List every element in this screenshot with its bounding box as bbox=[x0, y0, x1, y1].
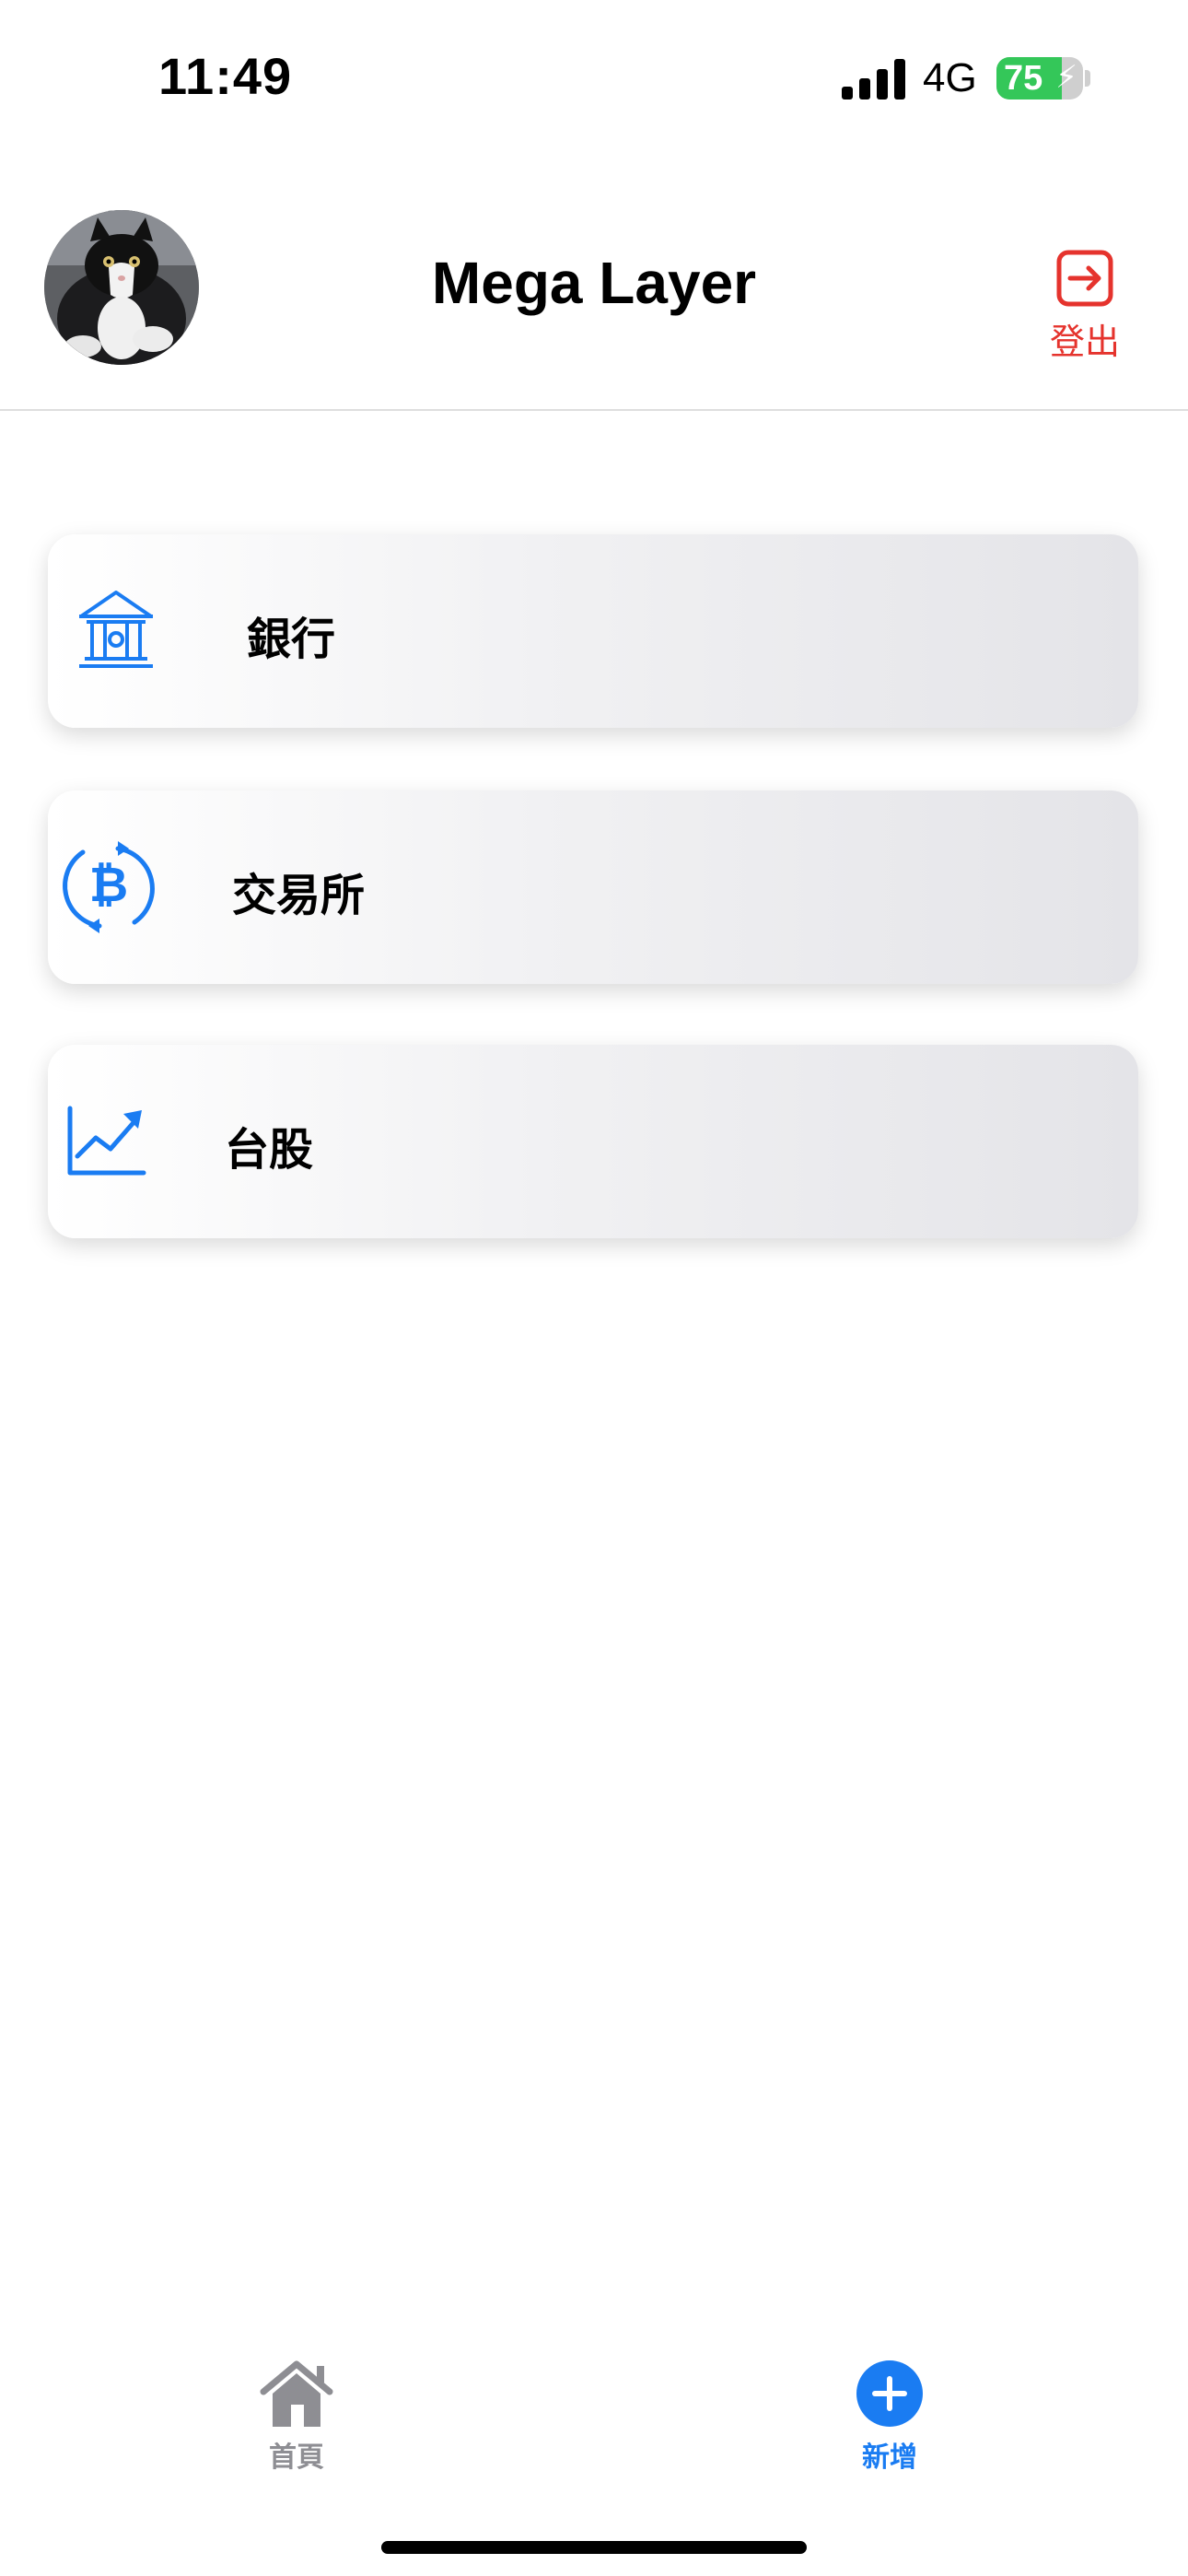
status-time: 11:49 bbox=[158, 47, 293, 105]
battery-charging-icon: 75 ⚡ bbox=[996, 57, 1083, 100]
tab-add[interactable]: 新增 bbox=[798, 2359, 982, 2475]
battery-percent: 75 bbox=[1004, 59, 1043, 98]
category-label-bank: 銀行 bbox=[247, 614, 336, 665]
cellular-signal-icon bbox=[842, 59, 905, 100]
app-screen: 11:49 4G 75 ⚡ Mega Layer 登出 銀行 ₿ 交易所 台股 … bbox=[0, 0, 1188, 2576]
charging-bolt-icon: ⚡ bbox=[1055, 59, 1077, 96]
tab-add-label: 新增 bbox=[862, 2441, 917, 2474]
tab-home[interactable]: 首頁 bbox=[204, 2359, 389, 2475]
plus-circle-icon bbox=[856, 2360, 923, 2427]
bitcoin-exchange-icon: ₿ bbox=[63, 841, 155, 933]
home-indicator bbox=[381, 2541, 807, 2554]
category-card-stocks[interactable]: 台股 bbox=[48, 1045, 1138, 1238]
category-label-stocks: 台股 bbox=[225, 1124, 314, 1176]
logout-button[interactable]: 登出 bbox=[1031, 249, 1138, 369]
logout-label: 登出 bbox=[1049, 322, 1120, 362]
category-card-bank[interactable]: 銀行 bbox=[48, 534, 1138, 728]
status-bar: 11:49 4G 75 ⚡ bbox=[0, 0, 1188, 157]
app-header: Mega Layer 登出 bbox=[0, 157, 1188, 411]
svg-text:₿: ₿ bbox=[89, 858, 128, 913]
category-label-exchange: 交易所 bbox=[232, 870, 366, 921]
home-icon bbox=[260, 2360, 333, 2427]
tab-home-label: 首頁 bbox=[269, 2441, 324, 2474]
stock-chart-icon bbox=[67, 1106, 146, 1176]
category-card-exchange[interactable]: ₿ 交易所 bbox=[48, 790, 1138, 984]
bank-icon bbox=[79, 591, 153, 668]
network-type: 4G bbox=[923, 55, 977, 100]
logout-arrow-icon bbox=[1056, 250, 1113, 307]
page-title: Mega Layer bbox=[431, 250, 757, 316]
battery-tip bbox=[1085, 70, 1090, 87]
